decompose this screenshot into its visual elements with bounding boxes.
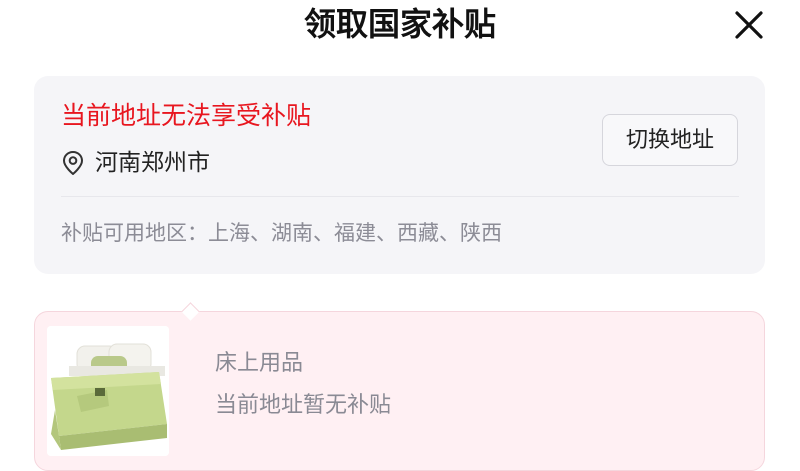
- address-text: 河南郑州市: [95, 150, 210, 176]
- divider: [61, 196, 739, 197]
- page-title: 领取国家补贴: [303, 5, 496, 43]
- bedding-image: [47, 326, 169, 456]
- card-notch: [181, 302, 200, 321]
- product-image: [47, 326, 169, 456]
- switch-address-button[interactable]: 切换地址: [602, 114, 738, 166]
- available-regions: 补贴可用地区：上海、湖南、福建、西藏、陕西: [61, 221, 502, 245]
- product-subsidy-status: 当前地址暂无补贴: [215, 393, 392, 418]
- close-button[interactable]: [731, 7, 767, 43]
- header: 领取国家补贴: [0, 0, 800, 52]
- address-warning: 当前地址无法享受补贴: [61, 101, 312, 130]
- address-card: 当前地址无法享受补贴 河南郑州市 切换地址 补贴可用地区：上海、湖南、福建、西藏…: [34, 76, 765, 274]
- location-pin-icon: [63, 151, 83, 175]
- product-name: 床上用品: [215, 351, 304, 376]
- current-address: 河南郑州市: [61, 146, 210, 180]
- product-card[interactable]: 床上用品 当前地址暂无补贴: [34, 302, 765, 471]
- close-icon: [735, 11, 763, 39]
